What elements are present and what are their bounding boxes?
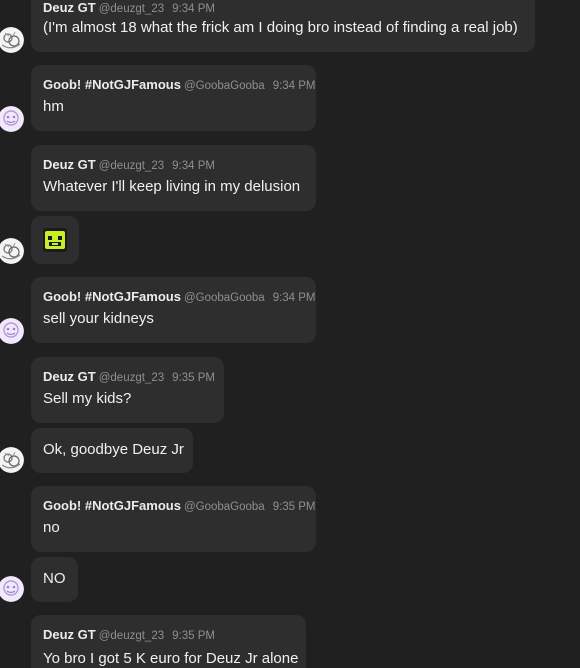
message-header: Deuz GT @deuzgt_23 9:35 PM bbox=[43, 369, 215, 386]
author-name[interactable]: Deuz GT bbox=[43, 627, 96, 642]
message-bubble[interactable]: Goob! #NotGJFamous @GoobaGooba 9:35 PM no bbox=[31, 486, 316, 552]
message-text: sell your kidneys bbox=[43, 310, 154, 327]
message-text: Yo bro I got 5 K euro for Deuz Jr alone bbox=[43, 650, 299, 667]
message-time: 9:34 PM bbox=[272, 80, 316, 92]
author-name[interactable]: Deuz GT bbox=[43, 0, 96, 15]
message-bubble[interactable]: Deuz GT @deuzgt_23 9:34 PM Whatever I'll k… bbox=[31, 145, 316, 211]
message-text: NO bbox=[43, 570, 66, 587]
message-bubble[interactable]: Goob! #NotGJFamous @GoobaGooba 9:34 PM sel… bbox=[31, 277, 316, 343]
avatar-deuz[interactable] bbox=[0, 447, 24, 473]
message-time: 9:34 PM bbox=[172, 160, 215, 172]
message-time: 9:34 PM bbox=[272, 292, 316, 304]
message-header: Goob! #NotGJFamous @GoobaGooba 9:34 PM bbox=[43, 77, 316, 94]
author-name[interactable]: Goob! #NotGJFamous bbox=[43, 289, 181, 304]
chat-log: Deuz GT @deuzgt_23 9:34 PM (I'm almost 18 … bbox=[0, 0, 580, 668]
author-handle: @deuzgt_23 bbox=[98, 160, 165, 172]
message-time: 9:35 PM bbox=[272, 501, 316, 513]
message-text: no bbox=[43, 519, 60, 536]
author-name[interactable]: Deuz GT bbox=[43, 157, 96, 172]
message-bubble[interactable]: Goob! #NotGJFamous @GoobaGooba 9:34 PM hm bbox=[31, 65, 316, 131]
message-text: Whatever I'll keep living in my delusion bbox=[43, 178, 301, 195]
green-face-emoji bbox=[43, 228, 67, 252]
message-header: Deuz GT @deuzgt_23 9:35 PM bbox=[43, 627, 215, 644]
author-handle: @GoobaGooba bbox=[183, 292, 265, 304]
message-time: 9:35 PM bbox=[172, 630, 215, 642]
avatar-deuz[interactable] bbox=[0, 27, 24, 53]
message-bubble[interactable]: Ok, goodbye Deuz Jr bbox=[31, 428, 193, 473]
avatar-goob[interactable] bbox=[0, 106, 24, 132]
message-bubble[interactable]: Deuz GT @deuzgt_23 9:35 PM Yo bro I got 5 … bbox=[31, 615, 306, 668]
message-bubble[interactable]: Deuz GT @deuzgt_23 9:35 PM Sell my kids? bbox=[31, 357, 224, 423]
author-handle: @deuzgt_23 bbox=[98, 372, 165, 384]
author-handle: @deuzgt_23 bbox=[98, 3, 165, 15]
message-text: hm bbox=[43, 98, 64, 115]
message-header: Deuz GT @deuzgt_23 9:34 PM bbox=[43, 157, 215, 174]
message-bubble[interactable]: NO bbox=[31, 557, 78, 602]
message-time: 9:34 PM bbox=[172, 3, 215, 15]
author-name[interactable]: Goob! #NotGJFamous bbox=[43, 498, 181, 513]
message-time: 9:35 PM bbox=[172, 372, 215, 384]
author-handle: @GoobaGooba bbox=[183, 501, 265, 513]
message-header: Goob! #NotGJFamous @GoobaGooba 9:34 PM bbox=[43, 289, 316, 306]
message-header: Goob! #NotGJFamous @GoobaGooba 9:35 PM bbox=[43, 498, 316, 515]
avatar-deuz[interactable] bbox=[0, 238, 24, 264]
message-text: (I'm almost 18 what the frick am I doing… bbox=[43, 19, 518, 36]
message-bubble[interactable] bbox=[31, 216, 79, 264]
author-handle: @deuzgt_23 bbox=[98, 630, 165, 642]
message-text: Sell my kids? bbox=[43, 390, 132, 407]
avatar-goob[interactable] bbox=[0, 318, 24, 344]
author-name[interactable]: Goob! #NotGJFamous bbox=[43, 77, 181, 92]
message-bubble[interactable]: Deuz GT @deuzgt_23 9:34 PM (I'm almost 18 … bbox=[31, 0, 535, 52]
message-text: Ok, goodbye Deuz Jr bbox=[43, 441, 184, 458]
avatar-goob[interactable] bbox=[0, 576, 24, 602]
author-name[interactable]: Deuz GT bbox=[43, 369, 96, 384]
message-header: Deuz GT @deuzgt_23 9:34 PM bbox=[43, 0, 215, 17]
author-handle: @GoobaGooba bbox=[183, 80, 265, 92]
